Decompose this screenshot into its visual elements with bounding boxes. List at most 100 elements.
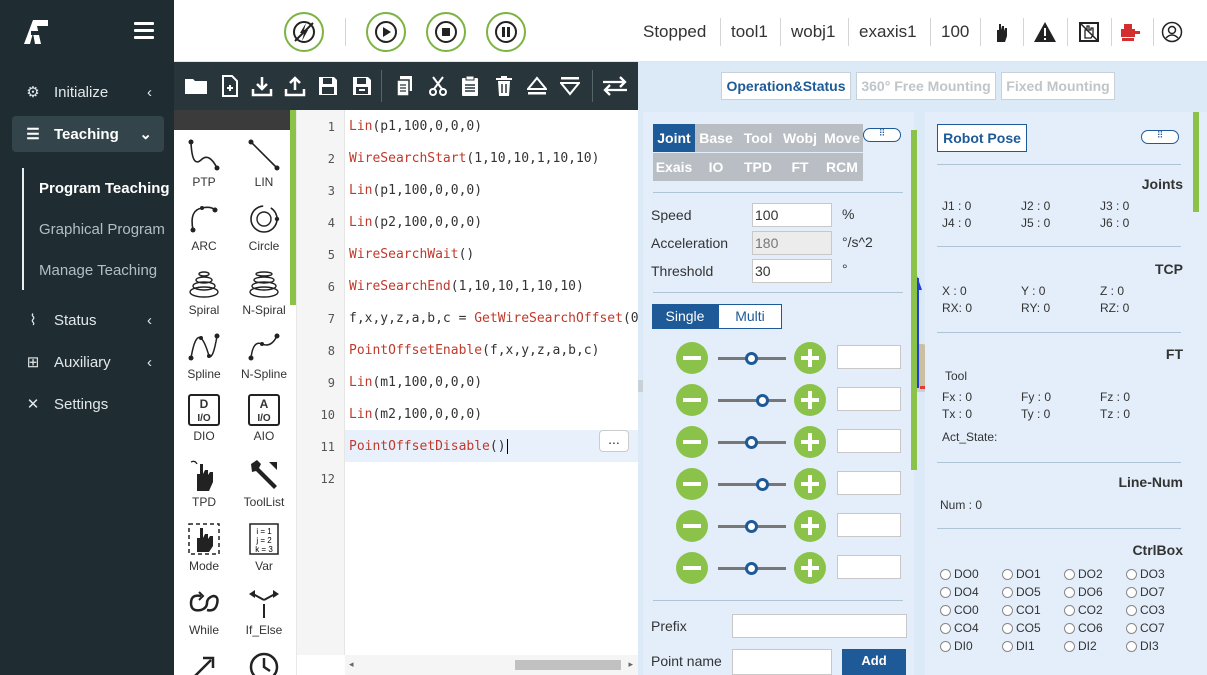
cmd-tpd[interactable]: TPD <box>176 458 232 509</box>
jog-value-input[interactable] <box>837 513 901 537</box>
cmd-while[interactable]: While <box>176 586 232 637</box>
sub-program-teaching[interactable]: Program Teaching <box>39 180 170 197</box>
paste-icon[interactable] <box>458 74 482 98</box>
ctrl-radio[interactable]: DO3 <box>1126 567 1165 581</box>
jog-slider-knob[interactable] <box>745 520 758 533</box>
jog-slider[interactable] <box>718 478 786 491</box>
ctrl-radio[interactable]: DO0 <box>940 567 979 581</box>
enable-toggle-button[interactable] <box>284 12 324 52</box>
run-button[interactable] <box>366 12 406 52</box>
jog-slider[interactable] <box>718 436 786 449</box>
nav-settings[interactable]: ✕ Settings <box>12 386 164 422</box>
code-line[interactable]: WireSearchEnd(1,10,10,1,10,10) <box>349 279 584 294</box>
copy-icon[interactable] <box>393 74 417 98</box>
jog-slider[interactable] <box>718 352 786 365</box>
open-folder-icon[interactable] <box>184 74 210 98</box>
scroll-left-icon[interactable]: ◂ <box>349 659 354 670</box>
jog-slider-knob[interactable] <box>745 352 758 365</box>
nav-teaching[interactable]: ☰ Teaching ⌄ <box>12 116 164 152</box>
code-line[interactable]: f,x,y,z,a,b,c = GetWireSearchOffset(0, <box>349 311 646 326</box>
cmd-aio[interactable]: A I/O AIO <box>236 394 292 443</box>
tab-fixed-mounting[interactable]: Fixed Mounting <box>1001 72 1115 100</box>
panel-scrollbar[interactable] <box>911 130 917 470</box>
nav-auxiliary[interactable]: ⊞ Auxiliary ‹ <box>12 344 164 380</box>
cmd-circle[interactable]: Circle <box>236 202 292 253</box>
delete-icon[interactable] <box>492 74 516 98</box>
jog-slider-knob[interactable] <box>745 436 758 449</box>
jog-plus-button[interactable] <box>794 426 826 458</box>
scrollbar-thumb[interactable] <box>515 660 621 670</box>
code-line[interactable]: WireSearchStart(1,10,10,1,10,10) <box>349 151 599 166</box>
warning-icon[interactable] <box>1032 19 1058 45</box>
ctrl-radio[interactable]: CO7 <box>1126 621 1165 635</box>
ctrl-radio[interactable]: CO6 <box>1064 621 1103 635</box>
jog-plus-button[interactable] <box>794 552 826 584</box>
ctrl-radio[interactable]: DO1 <box>1002 567 1041 581</box>
robot-pose-button[interactable]: Robot Pose <box>937 124 1027 152</box>
upload-icon[interactable] <box>283 74 307 98</box>
jog-minus-button[interactable] <box>676 552 708 584</box>
code-line[interactable]: WireSearchWait() <box>349 247 474 262</box>
cmd-var[interactable]: i = 1j = 2k = 3 Var <box>236 522 292 573</box>
menu-toggle-icon[interactable] <box>134 22 154 40</box>
jog-plus-button[interactable] <box>794 468 826 500</box>
speed-input[interactable]: 100 <box>752 203 832 227</box>
jog-value-input[interactable] <box>837 387 901 411</box>
jog-value-input[interactable] <box>837 471 901 495</box>
jog-value-input[interactable] <box>837 429 901 453</box>
jog-minus-button[interactable] <box>676 426 708 458</box>
tab-operation-status[interactable]: Operation&Status <box>721 72 851 100</box>
robot-error-icon[interactable] <box>1117 19 1143 45</box>
tab-wobj[interactable]: Wobj <box>779 124 821 152</box>
ctrl-radio[interactable]: CO5 <box>1002 621 1041 635</box>
move-down-icon[interactable] <box>558 74 582 98</box>
save-as-icon[interactable] <box>350 74 374 98</box>
pause-button[interactable] <box>486 12 526 52</box>
wobj-status[interactable]: wobj1 <box>791 22 835 42</box>
prefix-input[interactable] <box>732 614 907 638</box>
collapse-toggle-icon[interactable]: ⠿ <box>1141 130 1179 144</box>
panel-scrollbar[interactable] <box>1193 112 1199 212</box>
code-line[interactable]: Lin(m2,100,0,0,0) <box>349 407 482 422</box>
code-line[interactable]: Lin(m1,100,0,0,0) <box>349 375 482 390</box>
point-name-input[interactable] <box>732 649 832 675</box>
jog-slider[interactable] <box>718 562 786 575</box>
ctrl-radio[interactable]: CO3 <box>1126 603 1165 617</box>
code-editor[interactable]: 1 2 3 4 5 6 7 8 9 10 11 12 Lin(p1,100,0,0,0) WireSea… <box>296 110 646 675</box>
cut-icon[interactable] <box>426 74 450 98</box>
jog-value-input[interactable] <box>837 345 901 369</box>
cmd-n-spline[interactable]: N-Spline <box>236 330 292 381</box>
new-file-icon[interactable] <box>218 74 242 98</box>
cmd-spiral[interactable]: Spiral <box>176 266 232 317</box>
tool-status[interactable]: tool1 <box>731 22 768 42</box>
scroll-right-icon[interactable]: ▸ <box>628 659 633 670</box>
accel-input[interactable]: 180 <box>752 231 832 255</box>
ctrl-radio[interactable]: CO2 <box>1064 603 1103 617</box>
jog-plus-button[interactable] <box>794 384 826 416</box>
code-line[interactable]: Lin(p1,100,0,0,0) <box>349 183 482 198</box>
more-options-button[interactable]: ... <box>599 430 629 452</box>
jog-plus-button[interactable] <box>794 510 826 542</box>
cmd-arc[interactable]: ARC <box>176 202 232 253</box>
cmd-lin[interactable]: LIN <box>236 138 292 189</box>
jog-minus-button[interactable] <box>676 384 708 416</box>
code-line[interactable]: Lin(p1,100,0,0,0) <box>349 119 482 134</box>
stop-button[interactable] <box>426 12 466 52</box>
ctrl-radio[interactable]: CO1 <box>1002 603 1041 617</box>
ctrl-radio[interactable]: DO7 <box>1126 585 1165 599</box>
hand-guide-icon[interactable] <box>988 19 1014 45</box>
tab-io[interactable]: IO <box>695 153 737 181</box>
ctrl-radio[interactable]: DI3 <box>1126 639 1159 653</box>
code-line[interactable]: PointOffsetEnable(f,x,y,z,a,b,c) <box>349 343 599 358</box>
cmd-ptp[interactable]: PTP <box>176 138 232 189</box>
horizontal-scrollbar[interactable]: ◂ ▸ <box>345 655 639 675</box>
ctrl-radio[interactable]: DI0 <box>940 639 973 653</box>
cmd-spline[interactable]: Spline <box>176 330 232 381</box>
single-mode-tab[interactable]: Single <box>652 304 718 329</box>
cmd-mode[interactable]: Mode <box>176 522 232 573</box>
ctrl-radio[interactable]: CO4 <box>940 621 979 635</box>
tab-exais[interactable]: Exais <box>653 153 695 181</box>
move-up-icon[interactable] <box>525 74 549 98</box>
cmd-toollist[interactable]: ToolList <box>236 458 292 509</box>
jog-slider-knob[interactable] <box>756 478 769 491</box>
